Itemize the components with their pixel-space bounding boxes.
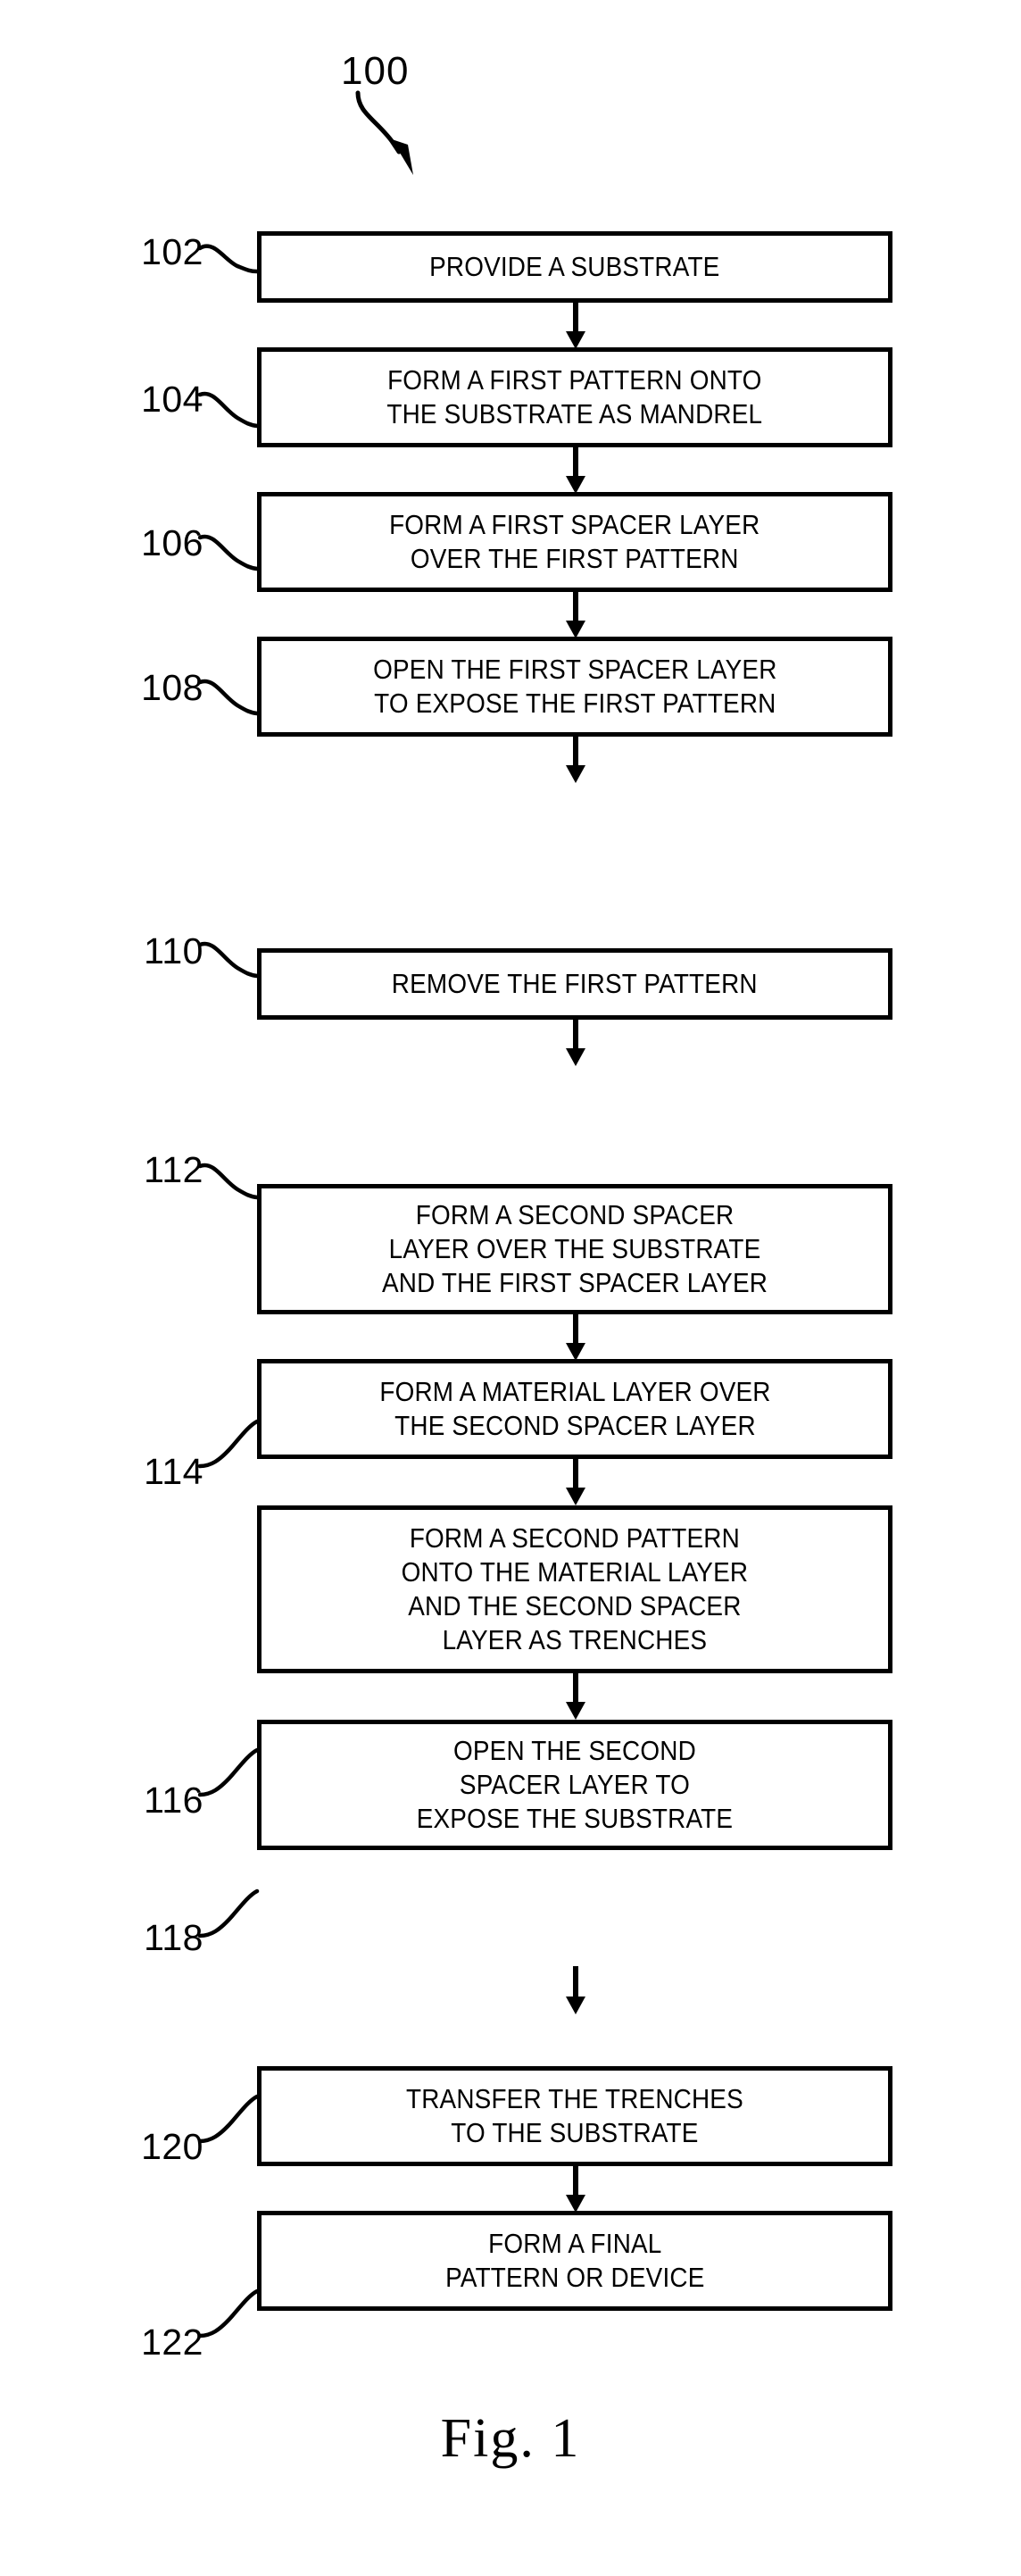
- flow-step-text-120: TRANSFER THE TRENCHES TO THE SUBSTRATE: [406, 2082, 743, 2148]
- patent-flowchart-figure: 100 102 PROVIDE A SUBSTRATE 104 FORM A F…: [0, 0, 1021, 2576]
- flow-step-box-122[interactable]: FORM A FINAL PATTERN OR DEVICE: [257, 2211, 892, 2311]
- flow-step-text-102: PROVIDE A SUBSTRATE: [429, 250, 720, 282]
- flow-step-box-118[interactable]: OPEN THE SECOND SPACER LAYER TO EXPOSE T…: [257, 1720, 892, 1850]
- flow-step-box-112[interactable]: FORM A SECOND SPACER LAYER OVER THE SUBS…: [257, 1184, 892, 1314]
- connector-arrow-112-114-icon: [566, 1313, 585, 1361]
- connector-arrow-114-116-icon: [566, 1457, 585, 1505]
- flow-step-box-104[interactable]: FORM A FIRST PATTERN ONTO THE SUBSTRATE …: [257, 347, 892, 447]
- step-ref-118: 118: [144, 1917, 203, 1958]
- flow-step-text-108: OPEN THE FIRST SPACER LAYER TO EXPOSE TH…: [372, 653, 777, 719]
- step-ref-104: 104: [141, 379, 203, 420]
- connector-arrow-110-112-icon: [566, 1018, 585, 1066]
- flow-step-text-110: REMOVE THE FIRST PATTERN: [392, 967, 758, 999]
- flow-step-text-118: OPEN THE SECOND SPACER LAYER TO EXPOSE T…: [416, 1734, 734, 1835]
- step-ref-108: 108: [141, 667, 203, 708]
- flow-step-text-122: FORM A FINAL PATTERN OR DEVICE: [444, 2227, 705, 2293]
- connector-arrow-108-110-icon: [566, 735, 585, 783]
- connector-arrow-120-122-icon: [566, 2164, 585, 2213]
- connector-arrow-102-104-icon: [566, 301, 585, 349]
- flow-step-text-114: FORM A MATERIAL LAYER OVER THE SECOND SP…: [378, 1375, 771, 1441]
- flow-step-box-110[interactable]: REMOVE THE FIRST PATTERN: [257, 948, 892, 1020]
- connector-arrow-118-120-icon: [566, 1966, 585, 2014]
- flow-step-text-106: FORM A FIRST SPACER LAYER OVER THE FIRST…: [389, 508, 760, 574]
- figure-caption: Fig. 1: [440, 2408, 581, 2469]
- flow-step-text-112: FORM A SECOND SPACER LAYER OVER THE SUBS…: [381, 1198, 768, 1299]
- flow-step-box-106[interactable]: FORM A FIRST SPACER LAYER OVER THE FIRST…: [257, 492, 892, 592]
- step-ref-114: 114: [144, 1451, 203, 1492]
- flow-step-box-120[interactable]: TRANSFER THE TRENCHES TO THE SUBSTRATE: [257, 2066, 892, 2166]
- step-ref-112: 112: [144, 1149, 203, 1190]
- connector-arrow-116-118-icon: [566, 1671, 585, 1720]
- step-ref-110: 110: [144, 930, 203, 971]
- flow-step-box-116[interactable]: FORM A SECOND PATTERN ONTO THE MATERIAL …: [257, 1505, 892, 1673]
- step-ref-102: 102: [141, 231, 203, 272]
- connector-arrow-104-106-icon: [566, 446, 585, 494]
- leader-line-118-icon: [198, 1888, 260, 1938]
- connector-arrow-106-108-icon: [566, 590, 585, 638]
- figure-number-label: 100: [341, 49, 410, 93]
- figure-number-lead-arrow-icon: [355, 90, 413, 175]
- step-ref-116: 116: [144, 1780, 203, 1821]
- flow-step-box-114[interactable]: FORM A MATERIAL LAYER OVER THE SECOND SP…: [257, 1359, 892, 1459]
- flow-step-text-116: FORM A SECOND PATTERN ONTO THE MATERIAL …: [401, 1521, 749, 1656]
- flow-step-text-104: FORM A FIRST PATTERN ONTO THE SUBSTRATE …: [386, 363, 763, 429]
- flow-step-box-108[interactable]: OPEN THE FIRST SPACER LAYER TO EXPOSE TH…: [257, 637, 892, 737]
- step-ref-106: 106: [141, 522, 203, 563]
- step-ref-120: 120: [141, 2126, 203, 2167]
- flow-step-box-102[interactable]: PROVIDE A SUBSTRATE: [257, 231, 892, 303]
- step-ref-122: 122: [141, 2322, 203, 2363]
